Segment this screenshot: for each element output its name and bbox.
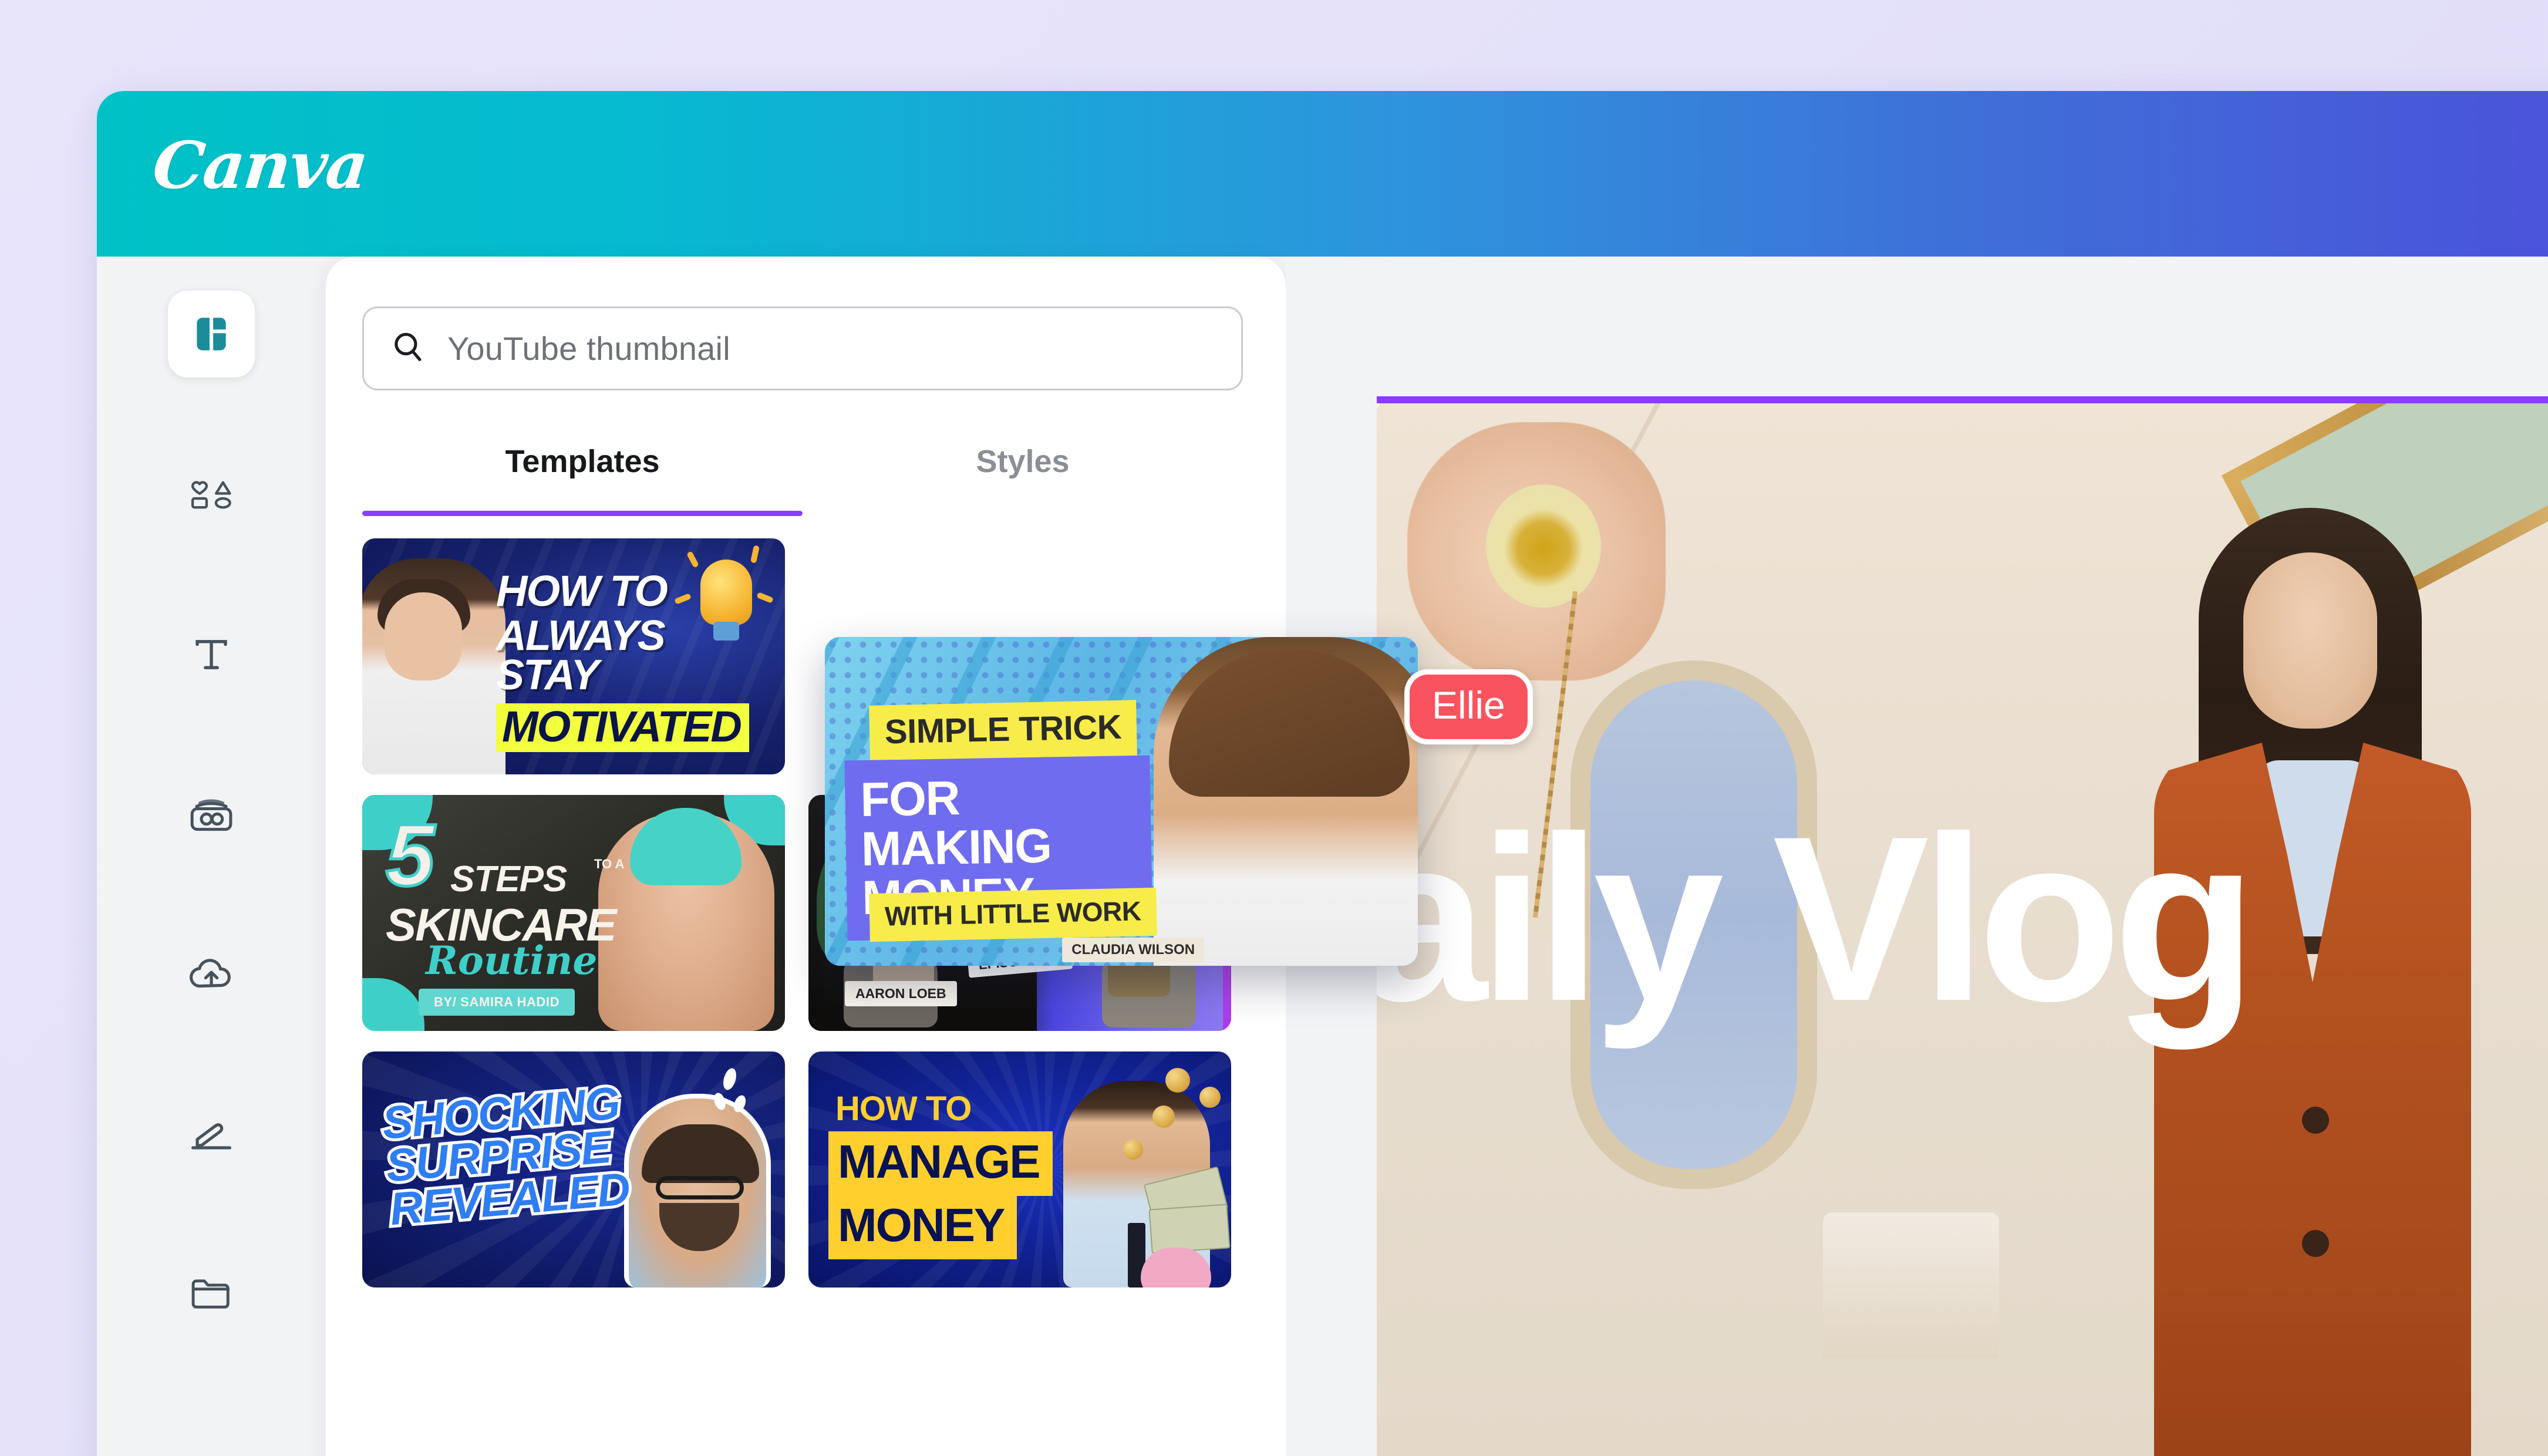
coin-2 — [1199, 1087, 1221, 1108]
template-line-1: STEPS — [450, 859, 567, 899]
text-t-icon — [190, 633, 232, 676]
template-card-shocking[interactable]: SHOCKING SURPRISE REVEALED — [362, 1051, 785, 1288]
glasses-shape — [656, 1176, 744, 1199]
sidebar-rail — [97, 257, 326, 1456]
cloud-upload-icon — [188, 956, 235, 992]
button-2 — [2302, 1230, 2329, 1257]
panel-tabs: Templates Styles — [362, 433, 1243, 516]
search-input[interactable]: YouTube thumbnail — [362, 306, 1243, 390]
face-shape — [385, 592, 462, 680]
template-text-block: SHOCKING SURPRISE REVEALED — [377, 1074, 634, 1238]
template-card-motivated[interactable]: HOW TO ALWAYS STAY MOTIVATED — [362, 538, 785, 774]
template-card-skincare[interactable]: 5 STEPS TO A SKINCARE Routine BY/ SAMIRA… — [362, 795, 785, 1031]
collaborator-name-label: Ellie — [1404, 669, 1533, 744]
tab-styles[interactable]: Styles — [803, 433, 1243, 503]
sidebar-item-elements[interactable] — [168, 451, 255, 538]
template-number: 5 — [384, 805, 436, 904]
media-badge-icon — [188, 795, 234, 834]
search-placeholder: YouTube thumbnail — [447, 330, 730, 367]
sidebar-item-design[interactable] — [168, 291, 255, 378]
bill-2 — [1148, 1204, 1231, 1254]
canvas-design[interactable]: aily Vlog — [1377, 402, 2548, 1456]
template-card-manage-money[interactable]: HOW TO MANAGE MONEY — [808, 1051, 1231, 1288]
template-text-block: HOW TO ALWAYS STAY MOTIVATED — [496, 567, 772, 753]
template-line-2: MANAGE — [828, 1131, 1053, 1196]
tab-active-underline — [362, 511, 803, 516]
design-canvas-area[interactable]: aily Vlog — [1286, 257, 2548, 1456]
template-line-3: MOTIVATED — [496, 703, 749, 753]
sidebar-item-projects[interactable] — [168, 1250, 255, 1337]
tab-inactive-underline — [803, 511, 1243, 516]
dried-flower-photo — [1470, 468, 1617, 624]
template-small-text: TO A — [594, 857, 625, 871]
template-line-3: MONEY — [828, 1195, 1017, 1259]
sidebar-item-uploads[interactable] — [168, 931, 255, 1017]
canvas-headline-text[interactable]: aily Vlog — [1377, 801, 2257, 1036]
canva-logo[interactable]: Canva — [149, 127, 371, 203]
template-line-1: HOW TO — [496, 567, 668, 615]
coin-1 — [1165, 1068, 1190, 1093]
sidebar-item-text[interactable] — [168, 611, 255, 698]
button-1 — [2302, 1107, 2329, 1134]
coin-3 — [1152, 1106, 1175, 1128]
template-byline: BY/ SAMIRA HADID — [419, 989, 575, 1016]
template-line-2: ALWAYS STAY — [496, 612, 666, 699]
template-person-photo — [362, 558, 505, 774]
decor-blob-bottom-left — [362, 978, 424, 1031]
selection-border — [1377, 396, 2548, 403]
template-line-3: WITH LITTLE WORK — [869, 887, 1157, 942]
column-capital-decor — [1823, 1212, 1999, 1359]
tab-templates[interactable]: Templates — [362, 433, 803, 516]
search-icon — [390, 329, 426, 368]
dragged-template-preview[interactable]: SIMPLE TRICK FOR MAKING MONEY WITH LITTL… — [825, 637, 1418, 966]
splash-decor — [712, 1066, 753, 1117]
pen-icon — [188, 1116, 235, 1151]
guest-left-name: AARON LOEB — [845, 981, 957, 1006]
folder-icon — [189, 1275, 234, 1312]
template-credit: CLAUDIA WILSON — [1062, 938, 1205, 962]
face-shape — [2243, 552, 2377, 729]
template-script-text: Routine — [426, 938, 598, 983]
sidebar-item-draw[interactable] — [168, 1090, 255, 1177]
shapes-icon — [189, 477, 234, 513]
template-line-1: HOW TO — [835, 1090, 972, 1128]
layout-icon — [190, 312, 233, 356]
sidebar-item-brand[interactable] — [168, 771, 255, 858]
app-header: Canva — [97, 91, 2548, 257]
coin-4 — [1123, 1140, 1143, 1160]
template-line-1: SIMPLE TRICK — [869, 700, 1138, 761]
tab-styles-label: Styles — [976, 444, 1070, 479]
tab-templates-label: Templates — [505, 444, 660, 479]
